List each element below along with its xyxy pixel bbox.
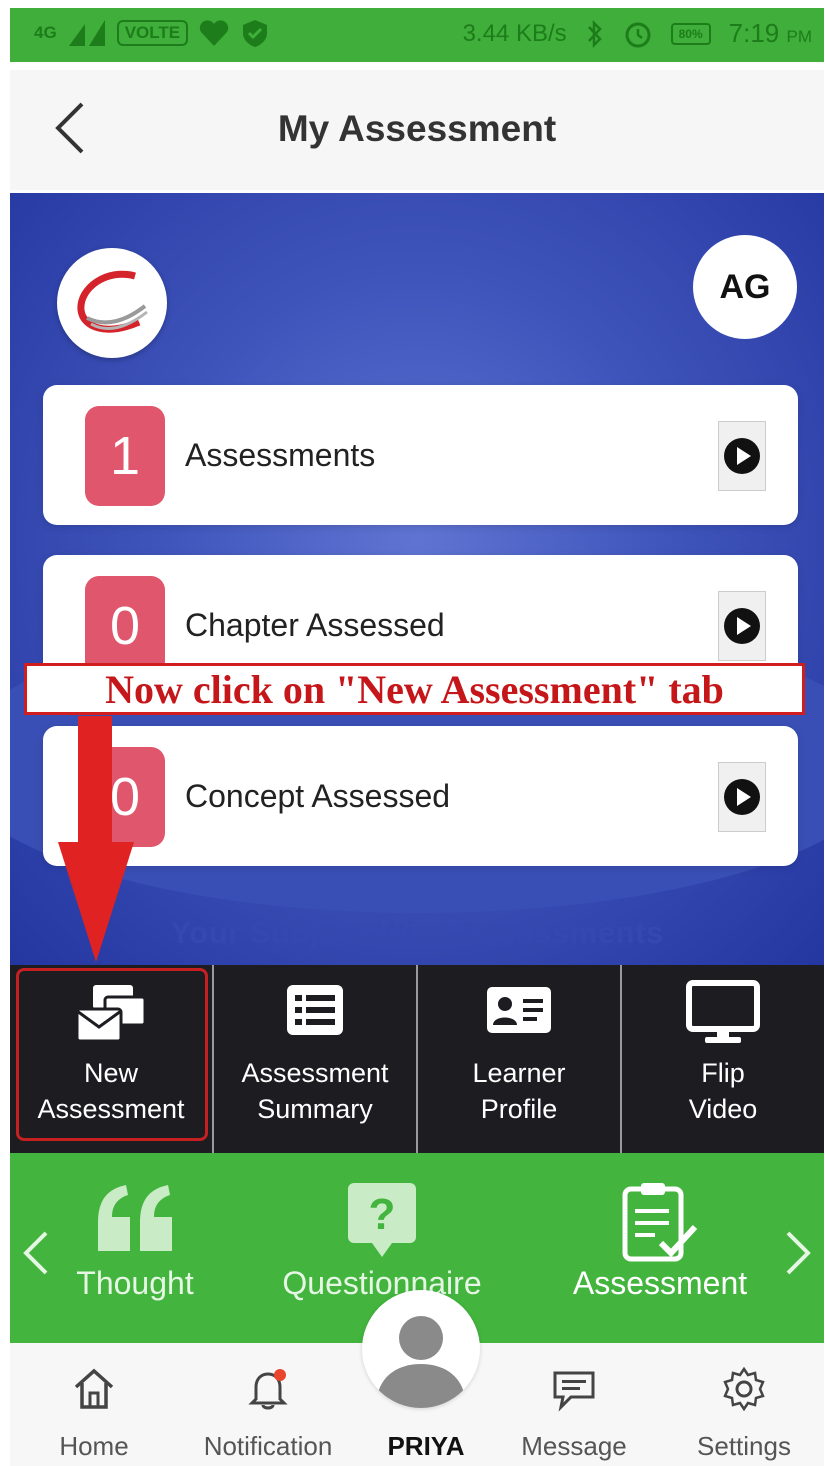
tab-flip-video[interactable]: Flip Video <box>622 965 824 1153</box>
chat-icon <box>553 1371 595 1412</box>
tab-label: Assessment <box>37 1094 185 1124</box>
chevron-right-icon[interactable] <box>778 1223 818 1283</box>
signal-icon <box>68 20 105 46</box>
logo-swoosh-icon <box>77 270 148 333</box>
concept-assessed-card[interactable]: 0 Concept Assessed <box>43 726 798 866</box>
count-badge: 1 <box>85 406 165 506</box>
carousel-thought[interactable]: Thought <box>60 1153 210 1343</box>
nav-home[interactable]: Home <box>34 1343 154 1466</box>
play-button[interactable] <box>718 591 766 661</box>
app-header: My Assessment <box>10 70 824 190</box>
page-title: My Assessment <box>277 108 557 149</box>
nav-notification[interactable]: Notification <box>188 1343 348 1466</box>
nav-label: PRIYA <box>387 1431 465 1461</box>
shield-icon <box>243 20 268 47</box>
envelopes-icon <box>75 985 147 1043</box>
bell-icon <box>248 1369 288 1410</box>
battery-indicator: 80% <box>670 22 711 45</box>
assessments-card[interactable]: 1 Assessments <box>43 385 798 525</box>
tab-label: Profile <box>480 1094 558 1124</box>
play-icon <box>724 608 760 644</box>
app-logo <box>57 248 167 358</box>
nav-label: Home <box>59 1431 129 1461</box>
tab-label: Flip <box>701 1058 745 1088</box>
carousel-label: Questionnaire <box>282 1265 482 1301</box>
card-label: Chapter Assessed <box>185 607 445 643</box>
instruction-banner: Now click on "New Assessment" tab <box>24 663 805 715</box>
carousel-label: Thought <box>76 1265 194 1301</box>
carousel-assessment[interactable]: Assessment <box>555 1153 765 1343</box>
monitor-icon <box>686 980 760 1043</box>
tab-label: Learner <box>472 1058 566 1088</box>
profile-avatar[interactable] <box>362 1290 480 1408</box>
clipboard-check-icon <box>622 1183 698 1262</box>
arrow-shaft <box>78 716 112 846</box>
tab-label: Assessment <box>241 1058 389 1088</box>
svg-text:?: ? <box>369 1190 396 1239</box>
volte-badge: VOLTE <box>116 20 189 46</box>
arrow-down-icon <box>58 842 134 962</box>
bluetooth-icon <box>587 19 602 48</box>
nav-label: Settings <box>697 1431 791 1461</box>
card-label: Concept Assessed <box>185 778 451 814</box>
nav-settings[interactable]: Settings <box>676 1343 812 1466</box>
status-bar: 4G VOLTE 3.44 KB/s 80% 7:19 PM <box>10 8 824 62</box>
count-badge: 0 <box>85 576 165 676</box>
speed-label: 3.44 KB/s <box>462 19 567 47</box>
carousel-label: Assessment <box>572 1265 748 1301</box>
tab-assessment-summary[interactable]: Assessment Summary <box>214 965 418 1153</box>
alarm-icon <box>625 22 651 47</box>
tab-learner-profile[interactable]: Learner Profile <box>418 965 622 1153</box>
tab-label: New <box>83 1058 138 1088</box>
quote-icon <box>98 1185 172 1251</box>
heart-icon <box>199 20 229 46</box>
clock: 7:19 PM <box>728 18 812 48</box>
network-label: 4G <box>34 23 57 42</box>
play-icon <box>724 438 760 474</box>
nav-label: Notification <box>203 1431 333 1461</box>
avatar[interactable]: AG <box>693 235 797 339</box>
tab-label: Summary <box>257 1094 373 1124</box>
play-button[interactable] <box>718 762 766 832</box>
nav-message[interactable]: Message <box>504 1343 644 1466</box>
id-card-icon <box>487 987 551 1033</box>
gear-icon <box>723 1366 765 1412</box>
list-icon <box>287 985 343 1035</box>
play-button[interactable] <box>718 421 766 491</box>
home-icon <box>74 1368 114 1409</box>
chevron-left-icon[interactable] <box>16 1223 56 1283</box>
nav-label: Message <box>521 1431 627 1461</box>
user-icon <box>376 1316 466 1408</box>
tab-label: Video <box>688 1094 758 1124</box>
tab-bar: New Assessment Assessment Summary Learner P… <box>10 965 824 1153</box>
card-label: Assessments <box>185 437 376 473</box>
tab-new-assessment[interactable]: New Assessment <box>10 965 214 1153</box>
play-icon <box>724 779 760 815</box>
question-icon: ? <box>348 1183 416 1257</box>
